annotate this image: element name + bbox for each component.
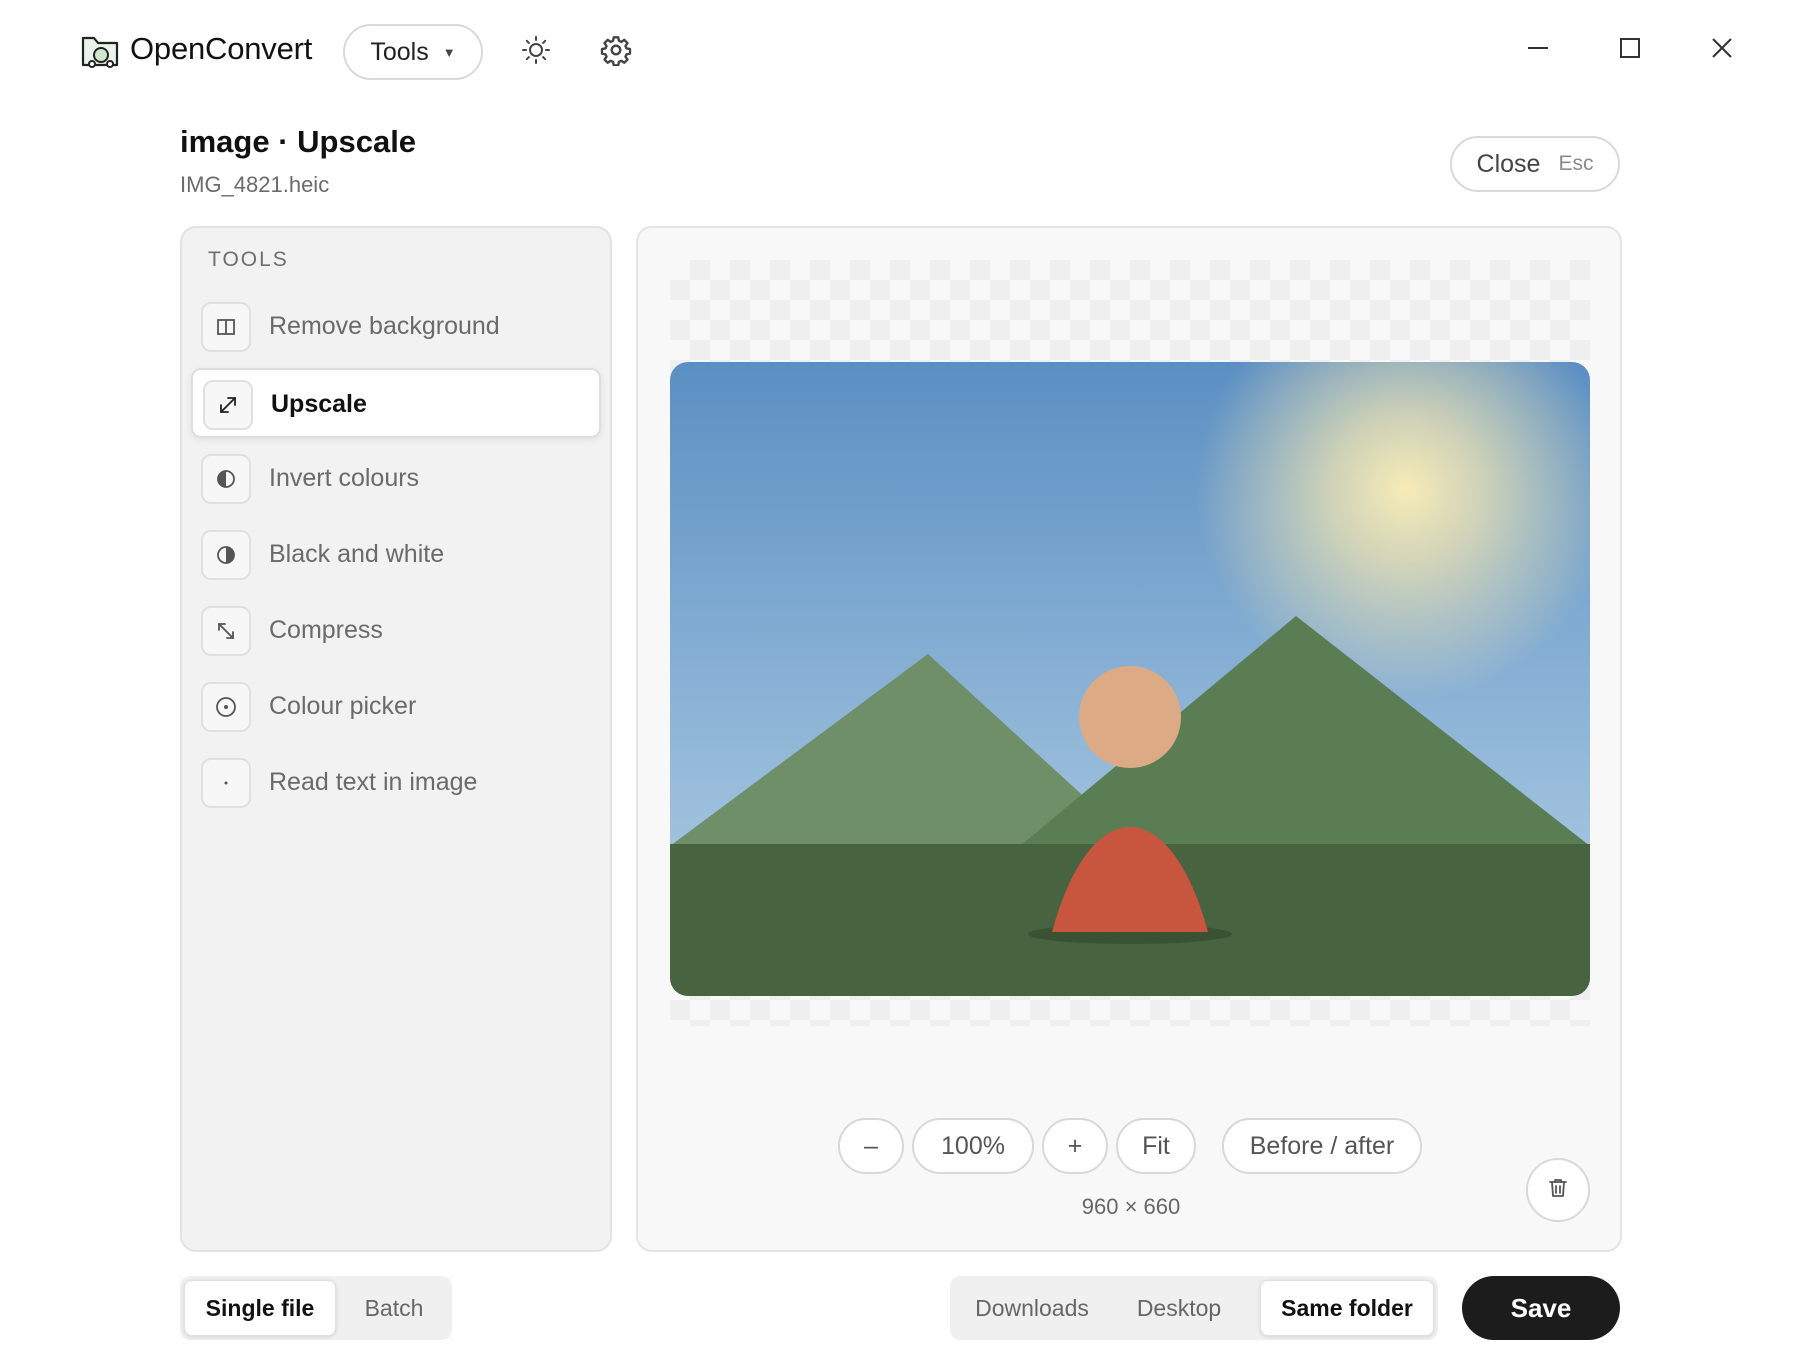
mode-single-file[interactable]: Single file bbox=[184, 1280, 336, 1336]
app-logo-icon bbox=[80, 33, 120, 69]
app-name: OpenConvert bbox=[130, 31, 313, 66]
settings-button[interactable] bbox=[592, 28, 640, 76]
tools-dropdown-label: Tools bbox=[370, 37, 429, 66]
trash-icon bbox=[1546, 1176, 1570, 1205]
tools-dropdown[interactable]: Tools ▼ bbox=[343, 24, 483, 80]
upscale-icon bbox=[203, 380, 253, 430]
sidebar-item-label: Read text in image bbox=[269, 768, 478, 796]
gear-icon bbox=[600, 34, 632, 71]
read-text-icon bbox=[201, 758, 251, 808]
before-after-button[interactable]: Before / after bbox=[1222, 1118, 1422, 1174]
sidebar-item-colour-picker[interactable]: Colour picker bbox=[191, 672, 601, 742]
file-name: IMG_4821.heic bbox=[180, 172, 330, 197]
sidebar-item-black-and-white[interactable]: Black and white bbox=[191, 520, 601, 590]
sidebar-item-label: Colour picker bbox=[269, 692, 417, 720]
sidebar-item-label: Remove background bbox=[269, 312, 500, 340]
invert-icon bbox=[201, 454, 251, 504]
black-white-icon bbox=[201, 530, 251, 580]
compress-icon bbox=[201, 606, 251, 656]
maximize-button[interactable] bbox=[1610, 28, 1650, 68]
save-button[interactable]: Save bbox=[1462, 1276, 1620, 1340]
zoom-level[interactable]: 100% bbox=[912, 1118, 1034, 1174]
sidebar-item-remove-background[interactable]: Remove background bbox=[191, 292, 601, 362]
zoom-controls: – 100% + Fit Before / after bbox=[638, 1118, 1624, 1174]
sidebar-item-read-text[interactable]: Read text in image bbox=[191, 748, 601, 818]
sidebar-item-label: Upscale bbox=[271, 390, 367, 418]
fit-button[interactable]: Fit bbox=[1116, 1118, 1196, 1174]
image-preview[interactable] bbox=[670, 362, 1590, 996]
image-dimensions: 960 × 660 bbox=[1081, 1194, 1181, 1219]
sidebar-item-invert-colours[interactable]: Invert colours bbox=[191, 444, 601, 514]
close-button[interactable]: Close Esc bbox=[1450, 136, 1620, 192]
theme-toggle-button[interactable] bbox=[512, 28, 560, 76]
minimize-button[interactable] bbox=[1518, 28, 1558, 68]
destination-same-folder[interactable]: Same folder bbox=[1260, 1280, 1434, 1336]
sidebar-item-label: Invert colours bbox=[269, 464, 420, 492]
destination-downloads[interactable]: Downloads bbox=[958, 1280, 1106, 1336]
tools-sidebar: TOOLS Remove background Upscale Invert c… bbox=[180, 226, 612, 1252]
mode-toggle: Single file Batch bbox=[180, 1276, 452, 1340]
chevron-down-icon: ▼ bbox=[442, 44, 456, 60]
sidebar-item-upscale[interactable]: Upscale bbox=[191, 368, 601, 438]
sidebar-heading: TOOLS bbox=[208, 248, 289, 271]
close-button-label: Close bbox=[1476, 149, 1541, 178]
sidebar-item-compress[interactable]: Compress bbox=[191, 596, 601, 666]
destination-desktop[interactable]: Desktop bbox=[1110, 1280, 1248, 1336]
sidebar-item-label: Compress bbox=[269, 616, 383, 644]
window-close-button[interactable] bbox=[1702, 28, 1742, 68]
sun-icon bbox=[521, 35, 551, 70]
delete-button[interactable] bbox=[1526, 1158, 1590, 1222]
preview-panel: – 100% + Fit Before / after 960 × 660 bbox=[636, 226, 1622, 1252]
sidebar-item-label: Black and white bbox=[269, 540, 445, 568]
colour-picker-icon bbox=[201, 682, 251, 732]
close-shortcut-hint: Esc bbox=[1558, 152, 1594, 175]
zoom-out-button[interactable]: – bbox=[838, 1118, 904, 1174]
remove-background-icon bbox=[201, 302, 251, 352]
destination-toggle: Downloads Desktop Same folder bbox=[950, 1276, 1438, 1340]
mode-batch[interactable]: Batch bbox=[340, 1280, 448, 1336]
zoom-in-button[interactable]: + bbox=[1042, 1118, 1108, 1174]
page-title: image · Upscale bbox=[180, 124, 417, 159]
